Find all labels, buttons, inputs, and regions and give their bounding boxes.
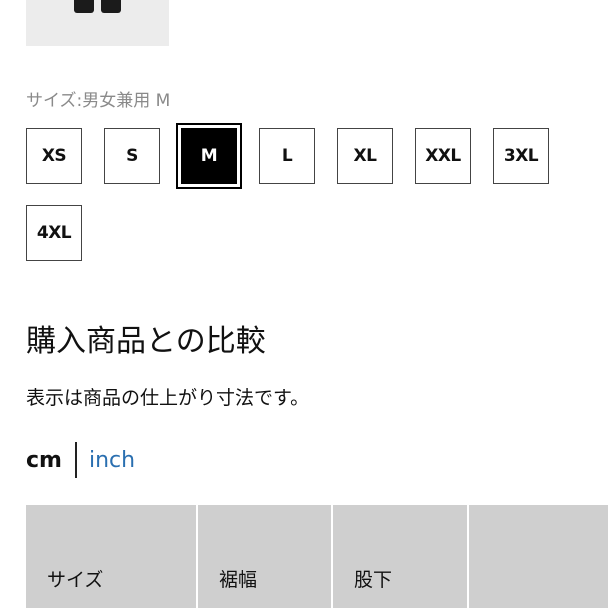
unit-divider [75, 442, 77, 478]
size-option-xxl[interactable]: XXL [415, 128, 471, 184]
size-option-3xl[interactable]: 3XL [493, 128, 549, 184]
trouser-leg-right-graphic [101, 0, 121, 13]
size-option-l[interactable]: L [259, 128, 315, 184]
size-caption: サイズ:男女兼用 M [26, 91, 171, 111]
size-option-s[interactable]: S [104, 128, 160, 184]
column-header-hem-width: 裾幅 [198, 505, 333, 608]
unit-toggle-cm[interactable]: cm [26, 448, 62, 473]
unit-toggle-inch[interactable]: inch [89, 448, 135, 473]
size-option-xs[interactable]: XS [26, 128, 82, 184]
compare-title: 購入商品との比較 [26, 324, 266, 359]
column-header-size: サイズ [26, 505, 198, 608]
measurement-note: 表示は商品の仕上がり寸法です。 [26, 387, 310, 409]
column-header-inseam: 股下 [333, 505, 469, 608]
column-header-next [469, 505, 608, 608]
product-thumbnail[interactable] [26, 0, 169, 46]
size-table-header: サイズ 裾幅 股下 [26, 505, 608, 608]
trouser-leg-left-graphic [74, 0, 94, 13]
size-option-xl[interactable]: XL [337, 128, 393, 184]
size-option-4xl[interactable]: 4XL [26, 205, 82, 261]
size-option-m[interactable]: M [176, 123, 242, 189]
